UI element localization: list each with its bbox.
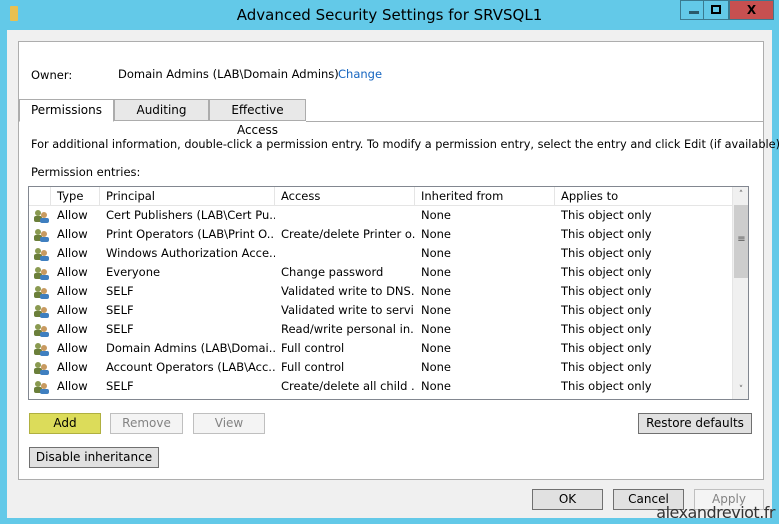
cell-type: Allow (57, 208, 88, 222)
cell-access: Create/delete Printer o... (281, 227, 415, 241)
users-group-icon (33, 342, 49, 356)
cell-principal: Account Operators (LAB\Acc... (106, 360, 275, 374)
cell-access: Change password (281, 265, 384, 279)
cell-applies-to: This object only (561, 379, 652, 393)
tab-permissions[interactable]: Permissions (19, 99, 114, 122)
users-group-icon (33, 304, 49, 318)
table-row[interactable]: Allow SELF Create/delete all child ... None… (29, 377, 732, 396)
users-group-icon (33, 266, 49, 280)
list-header: Type Principal Access Inherited from App… (29, 187, 732, 206)
cell-principal: SELF (106, 379, 134, 393)
users-group-icon (33, 361, 49, 375)
cell-principal: SELF (106, 322, 134, 336)
cell-principal: Windows Authorization Acce... (106, 246, 275, 260)
cell-applies-to: This object only (561, 303, 652, 317)
header-access[interactable]: Access (275, 187, 415, 206)
cell-principal: Everyone (106, 265, 161, 279)
cell-applies-to: This object only (561, 360, 652, 374)
cell-type: Allow (57, 379, 88, 393)
maximize-button[interactable] (703, 0, 729, 20)
header-icon-col (29, 187, 51, 206)
cell-inherited-from: None (421, 341, 452, 355)
cell-principal: Domain Admins (LAB\Domai... (106, 341, 275, 355)
tab-effective-access[interactable]: Effective Access (209, 99, 306, 137)
table-row[interactable]: Allow Windows Authorization Acce... None Th… (29, 244, 732, 263)
header-applies-to[interactable]: Applies to (555, 187, 732, 206)
cell-access: Create/delete all child ... (281, 379, 415, 393)
add-button[interactable]: Add (29, 413, 101, 434)
restore-defaults-button[interactable]: Restore defaults (638, 413, 752, 434)
scroll-down-arrow-icon[interactable]: ˅ (733, 382, 748, 399)
cell-applies-to: This object only (561, 208, 652, 222)
cell-access: Full control (281, 360, 345, 374)
header-inherited-from[interactable]: Inherited from (415, 187, 555, 206)
cell-type: Allow (57, 322, 88, 336)
cell-type: Allow (57, 303, 88, 317)
scroll-thumb[interactable]: ≡ (734, 205, 748, 278)
owner-value: Domain Admins (LAB\Domain Admins) (118, 67, 339, 81)
cell-type: Allow (57, 227, 88, 241)
disable-inheritance-button[interactable]: Disable inheritance (29, 447, 159, 468)
cell-type: Allow (57, 341, 88, 355)
cell-applies-to: This object only (561, 227, 652, 241)
cell-type: Allow (57, 265, 88, 279)
cell-applies-to: This object only (561, 284, 652, 298)
table-row[interactable]: Allow Print Operators (LAB\Print O... Crea… (29, 225, 732, 244)
cell-inherited-from: None (421, 208, 452, 222)
cell-inherited-from: None (421, 246, 452, 260)
cell-inherited-from: None (421, 227, 452, 241)
entries-label: Permission entries: (31, 165, 141, 179)
owner-label: Owner: (31, 68, 73, 82)
cell-principal: Cert Publishers (LAB\Cert Pu... (106, 208, 275, 222)
cell-inherited-from: None (421, 379, 452, 393)
table-row[interactable]: Allow Cert Publishers (LAB\Cert Pu... None… (29, 206, 732, 225)
users-group-icon (33, 323, 49, 337)
cell-principal: SELF (106, 284, 134, 298)
cell-applies-to: This object only (561, 341, 652, 355)
cell-principal: Print Operators (LAB\Print O... (106, 227, 275, 241)
info-text: For additional information, double-click… (31, 138, 779, 151)
users-group-icon (33, 209, 49, 223)
cell-type: Allow (57, 246, 88, 260)
cell-inherited-from: None (421, 360, 452, 374)
view-button[interactable]: View (193, 413, 265, 434)
header-type[interactable]: Type (51, 187, 100, 206)
table-row[interactable]: Allow SELF Validated write to DNS... None Th… (29, 282, 732, 301)
users-group-icon (33, 285, 49, 299)
cell-applies-to: This object only (561, 322, 652, 336)
table-row[interactable]: Allow Account Operators (LAB\Acc... Full c… (29, 358, 732, 377)
cell-access: Validated write to servi... (281, 303, 415, 317)
ok-button[interactable]: OK (532, 489, 603, 510)
users-group-icon (33, 380, 49, 394)
table-row[interactable]: Allow SELF Read/write personal in... None Th… (29, 320, 732, 339)
tab-auditing[interactable]: Auditing (114, 99, 209, 121)
cell-applies-to: This object only (561, 246, 652, 260)
cell-inherited-from: None (421, 284, 452, 298)
cell-inherited-from: None (421, 303, 452, 317)
window-title: Advanced Security Settings for SRVSQL1 (236, 6, 543, 24)
cell-type: Allow (57, 284, 88, 298)
watermark: alexandreviot.fr (656, 503, 775, 522)
change-owner-link[interactable]: Change (338, 67, 382, 81)
cell-principal: SELF (106, 303, 134, 317)
scroll-up-arrow-icon[interactable]: ˄ (733, 187, 748, 204)
cell-access: Validated write to DNS... (281, 284, 415, 298)
cell-inherited-from: None (421, 322, 452, 336)
permission-entries-list[interactable]: Type Principal Access Inherited from App… (28, 186, 749, 400)
table-row[interactable]: Allow Everyone Change password None This obj… (29, 263, 732, 282)
close-button[interactable]: X (729, 0, 774, 20)
users-group-icon (33, 247, 49, 261)
cell-type: Allow (57, 360, 88, 374)
cell-access: Full control (281, 341, 345, 355)
table-row[interactable]: Allow SELF Validated write to servi... None… (29, 301, 732, 320)
cell-access: Read/write personal in... (281, 322, 415, 336)
tab-divider (306, 121, 763, 122)
remove-button[interactable]: Remove (110, 413, 183, 434)
vertical-scrollbar[interactable]: ˄ ≡ ˅ (732, 187, 748, 399)
header-principal[interactable]: Principal (100, 187, 275, 206)
cell-applies-to: This object only (561, 265, 652, 279)
table-row[interactable]: Allow Domain Admins (LAB\Domai... Full con… (29, 339, 732, 358)
cell-inherited-from: None (421, 265, 452, 279)
users-group-icon (33, 228, 49, 242)
